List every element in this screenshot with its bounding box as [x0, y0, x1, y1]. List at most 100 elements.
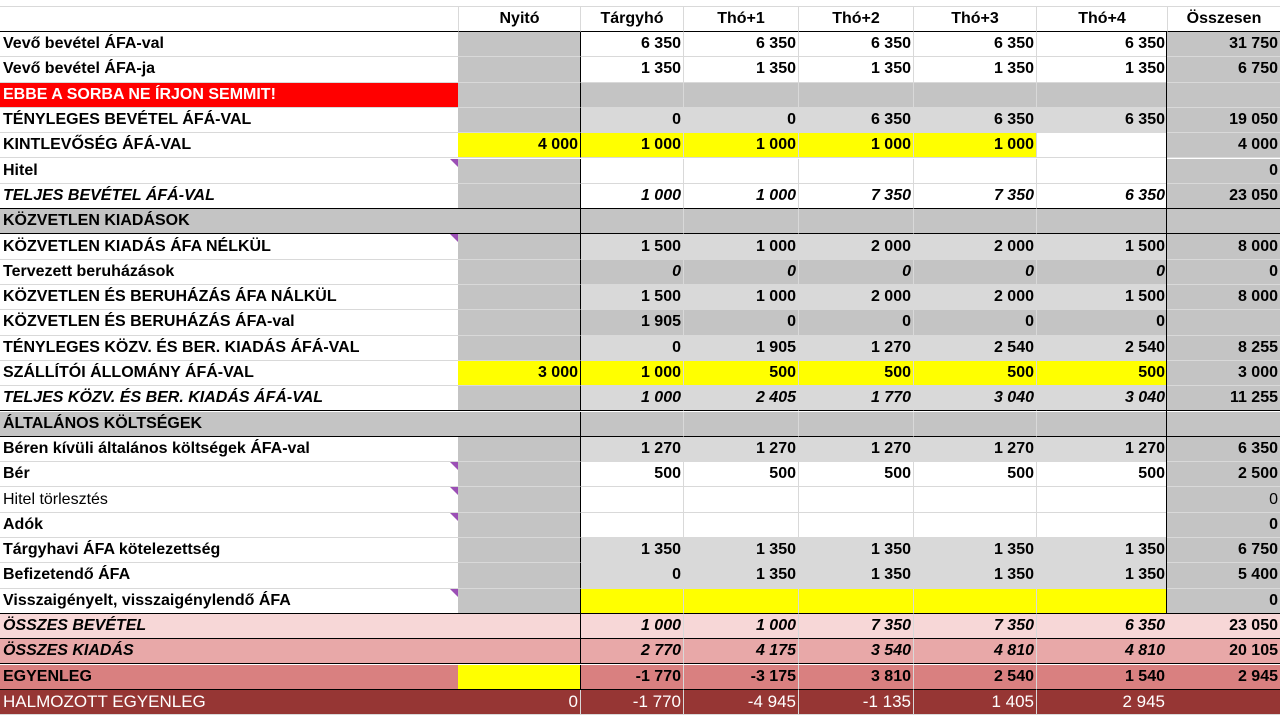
cell-targyho[interactable]: [580, 411, 683, 437]
cell-tho3[interactable]: 2 540: [913, 664, 1036, 690]
cell-nyito[interactable]: [458, 259, 580, 285]
cell-osszesen[interactable]: 8 255: [1167, 335, 1280, 361]
cell-tho2[interactable]: 2 000: [798, 285, 913, 311]
cell-tho4[interactable]: 1 270: [1036, 436, 1167, 463]
cell-osszesen[interactable]: 0: [1167, 259, 1280, 285]
row-label[interactable]: Bér: [0, 462, 458, 488]
cell-tho2[interactable]: 1 270: [798, 335, 913, 361]
cell-tho1[interactable]: 6 350: [683, 32, 798, 58]
cell-nyito[interactable]: [458, 57, 580, 83]
cell-targyho[interactable]: -1 770: [580, 689, 683, 716]
cell-nyito[interactable]: [458, 563, 580, 589]
column-header-targyho[interactable]: Tárgyhó: [580, 7, 683, 32]
row-label[interactable]: Vevő bevétel ÁFA-ja: [0, 57, 458, 83]
cell-tho2[interactable]: [798, 158, 913, 184]
cell-tho2[interactable]: 1 770: [798, 386, 913, 412]
cell-osszesen[interactable]: 6 750: [1167, 538, 1280, 564]
cell-osszesen[interactable]: 0: [1167, 588, 1280, 614]
cell-tho3[interactable]: 1 350: [913, 563, 1036, 589]
cell-osszesen[interactable]: 0: [1167, 512, 1280, 538]
cell-osszesen[interactable]: [1167, 411, 1280, 437]
cell-nyito[interactable]: [458, 183, 580, 210]
cell-tho2[interactable]: 7 350: [798, 183, 913, 210]
cell-tho3[interactable]: 2 540: [913, 335, 1036, 361]
comment-indicator-icon[interactable]: [450, 462, 458, 471]
cell-tho4[interactable]: 1 350: [1036, 538, 1167, 564]
cell-tho2[interactable]: 6 350: [798, 107, 913, 134]
cell-targyho[interactable]: 6 350: [580, 32, 683, 58]
cell-tho4[interactable]: 1 350: [1036, 563, 1167, 589]
cell-tho4[interactable]: 1 350: [1036, 57, 1167, 83]
cell-nyito[interactable]: 0: [458, 689, 580, 716]
cell-osszesen[interactable]: 8 000: [1167, 234, 1280, 260]
cell-targyho[interactable]: 2 770: [580, 639, 683, 665]
row-label[interactable]: SZÁLLÍTÓI ÁLLOMÁNY ÁFÁ-VAL: [0, 360, 458, 387]
cell-osszesen[interactable]: 23 050: [1167, 613, 1280, 640]
cell-tho1[interactable]: 1 000: [683, 613, 798, 640]
cell-tho1[interactable]: [683, 209, 798, 235]
cell-nyito[interactable]: 4 000: [458, 133, 580, 159]
cell-targyho[interactable]: 1 500: [580, 234, 683, 260]
cell-osszesen[interactable]: 0: [1167, 487, 1280, 513]
cell-nyito[interactable]: [458, 462, 580, 488]
comment-indicator-icon[interactable]: [450, 512, 458, 521]
row-label[interactable]: Tárgyhavi ÁFA kötelezettség: [0, 538, 458, 564]
row-label[interactable]: EBBE A SORBA NE ÍRJON SEMMIT!: [0, 82, 458, 108]
cell-tho1[interactable]: [683, 82, 798, 108]
row-label[interactable]: ÁLTALÁNOS KÖLTSÉGEK: [0, 411, 458, 437]
cell-tho4[interactable]: 6 350: [1036, 183, 1167, 210]
row-label[interactable]: KÖZVETLEN KIADÁSOK: [0, 209, 458, 235]
cell-tho4[interactable]: 3 040: [1036, 386, 1167, 412]
cell-tho1[interactable]: [683, 512, 798, 538]
cell-tho4[interactable]: [1036, 487, 1167, 513]
cell-tho4[interactable]: 2 945: [1036, 689, 1167, 716]
cell-tho3[interactable]: 1 000: [913, 133, 1036, 159]
cell-tho1[interactable]: [683, 487, 798, 513]
cell-targyho[interactable]: 1 000: [580, 386, 683, 412]
cell-nyito[interactable]: [458, 82, 580, 108]
row-label[interactable]: Vevő bevétel ÁFA-val: [0, 32, 458, 58]
cell-targyho[interactable]: 0: [580, 107, 683, 134]
cell-nyito[interactable]: [458, 234, 580, 260]
row-label[interactable]: TÉNYLEGES BEVÉTEL ÁFÁ-VAL: [0, 107, 458, 134]
cell-osszesen[interactable]: 19 050: [1167, 107, 1280, 134]
cell-tho3[interactable]: 1 405: [913, 689, 1036, 716]
cell-tho4[interactable]: 6 350: [1036, 613, 1167, 640]
cell-tho3[interactable]: 1 350: [913, 57, 1036, 83]
cell-tho4[interactable]: [1036, 133, 1167, 159]
cell-osszesen[interactable]: 23 050: [1167, 183, 1280, 210]
cell-tho2[interactable]: 3 810: [798, 664, 913, 690]
cell-tho1[interactable]: 0: [683, 310, 798, 336]
row-label[interactable]: Tervezett beruházások: [0, 259, 458, 285]
cell-tho2[interactable]: [798, 82, 913, 108]
cell-osszesen[interactable]: 31 750: [1167, 32, 1280, 58]
cell-tho1[interactable]: 1 905: [683, 335, 798, 361]
cell-tho1[interactable]: 4 175: [683, 639, 798, 665]
cell-nyito[interactable]: [458, 487, 580, 513]
cell-tho3[interactable]: 500: [913, 360, 1036, 387]
cell-osszesen[interactable]: 6 350: [1167, 436, 1280, 463]
cell-tho1[interactable]: [683, 588, 798, 614]
cell-tho3[interactable]: 1 350: [913, 538, 1036, 564]
column-header-osszesen[interactable]: Összesen: [1167, 7, 1280, 32]
cell-tho1[interactable]: 0: [683, 259, 798, 285]
cell-tho3[interactable]: 0: [913, 310, 1036, 336]
cell-tho4[interactable]: [1036, 512, 1167, 538]
cell-targyho[interactable]: [580, 588, 683, 614]
cell-nyito[interactable]: [458, 209, 580, 235]
cell-tho2[interactable]: 1 350: [798, 538, 913, 564]
cell-targyho[interactable]: 1 500: [580, 285, 683, 311]
cell-tho1[interactable]: 0: [683, 107, 798, 134]
row-label[interactable]: TÉNYLEGES KÖZV. ÉS BER. KIADÁS ÁFÁ-VAL: [0, 335, 458, 361]
cell-tho1[interactable]: 1 000: [683, 234, 798, 260]
cell-tho1[interactable]: 500: [683, 462, 798, 488]
cell-nyito[interactable]: [458, 436, 580, 463]
cell-nyito[interactable]: [458, 285, 580, 311]
cell-nyito[interactable]: [458, 411, 580, 437]
row-label[interactable]: ÖSSZES KIADÁS: [0, 639, 458, 665]
cell-tho3[interactable]: 1 270: [913, 436, 1036, 463]
comment-indicator-icon[interactable]: [450, 588, 458, 597]
cell-tho4[interactable]: 0: [1036, 310, 1167, 336]
cell-tho2[interactable]: [798, 209, 913, 235]
cell-targyho[interactable]: 1 350: [580, 57, 683, 83]
